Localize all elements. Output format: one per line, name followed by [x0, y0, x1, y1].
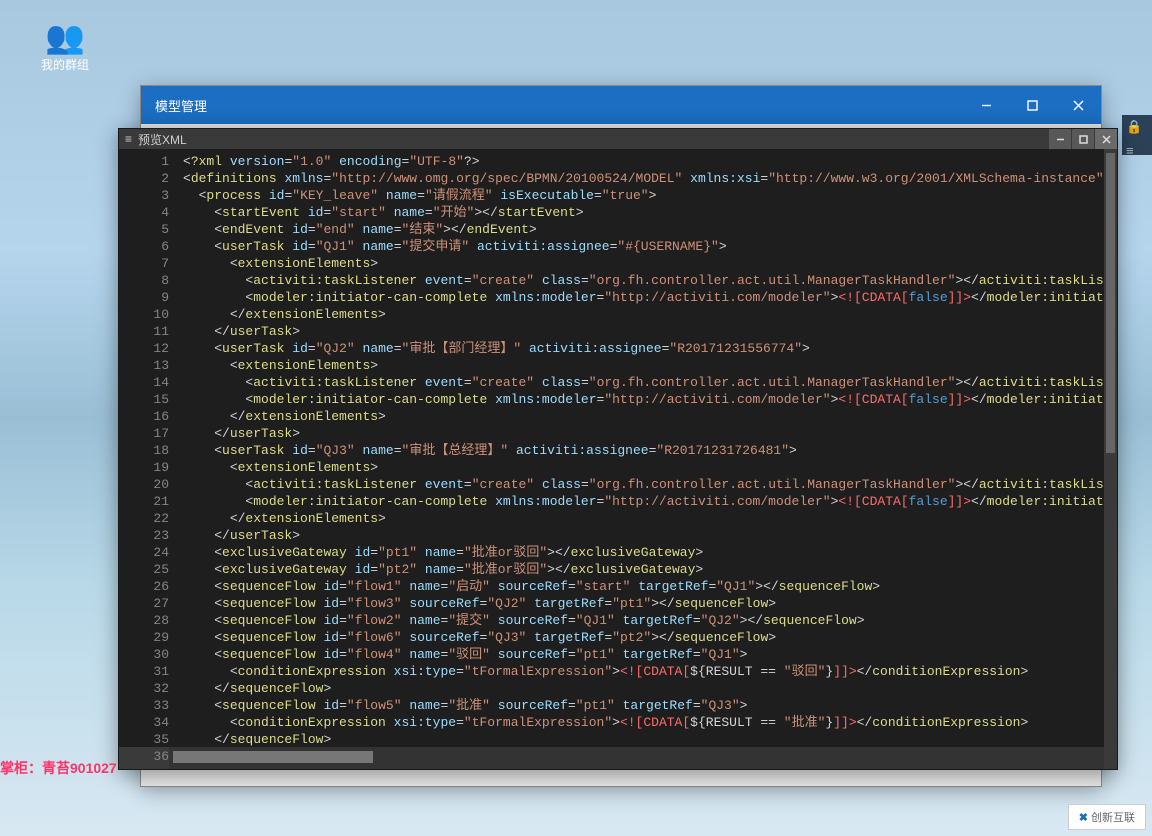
inner-close-button[interactable]	[1095, 129, 1117, 149]
watermark-left: 掌柜：青苔901027	[0, 758, 117, 778]
horizontal-scrollbar-thumb[interactable]	[173, 751, 373, 763]
desktop: 👥 我的群组 🔒 ≡ 模型管理 ≡ 预览XML 1234567891	[0, 0, 1152, 836]
desktop-icon-groups[interactable]: 👥 我的群组	[35, 18, 95, 73]
desktop-icon-label: 我的群组	[35, 56, 95, 73]
vertical-scrollbar[interactable]	[1104, 149, 1117, 747]
right-side-panel: 🔒 ≡	[1122, 115, 1152, 155]
xml-preview-window: ≡ 预览XML 12345678910111213141516171819202…	[118, 128, 1118, 770]
close-button[interactable]	[1055, 86, 1101, 124]
code-content[interactable]: <?xml version="1.0" encoding="UTF-8"?><d…	[177, 149, 1104, 747]
menu-icon[interactable]: ≡	[1122, 139, 1152, 162]
vertical-scrollbar-thumb[interactable]	[1106, 153, 1115, 453]
inner-titlebar[interactable]: ≡ 预览XML	[119, 129, 1117, 150]
list-icon: ≡	[125, 132, 132, 146]
watermark-right-label: 创新互联	[1091, 812, 1135, 824]
inner-window-title: 预览XML	[138, 131, 187, 148]
users-icon: 👥	[35, 18, 95, 56]
maximize-button[interactable]	[1009, 86, 1055, 124]
inner-minimize-button[interactable]	[1049, 129, 1071, 149]
outer-window-title: 模型管理	[155, 96, 207, 115]
outer-titlebar[interactable]: 模型管理	[141, 86, 1101, 124]
minimize-button[interactable]	[963, 86, 1009, 124]
lock-icon[interactable]: 🔒	[1122, 115, 1152, 139]
watermark-right-logo-icon: ✖	[1079, 812, 1088, 824]
horizontal-scrollbar[interactable]	[169, 747, 1104, 769]
line-number-gutter: 1234567891011121314151617181920212223242…	[119, 149, 177, 747]
watermark-right: ✖ 创新互联	[1068, 804, 1146, 830]
code-editor[interactable]: 1234567891011121314151617181920212223242…	[119, 149, 1117, 747]
inner-maximize-button[interactable]	[1072, 129, 1094, 149]
